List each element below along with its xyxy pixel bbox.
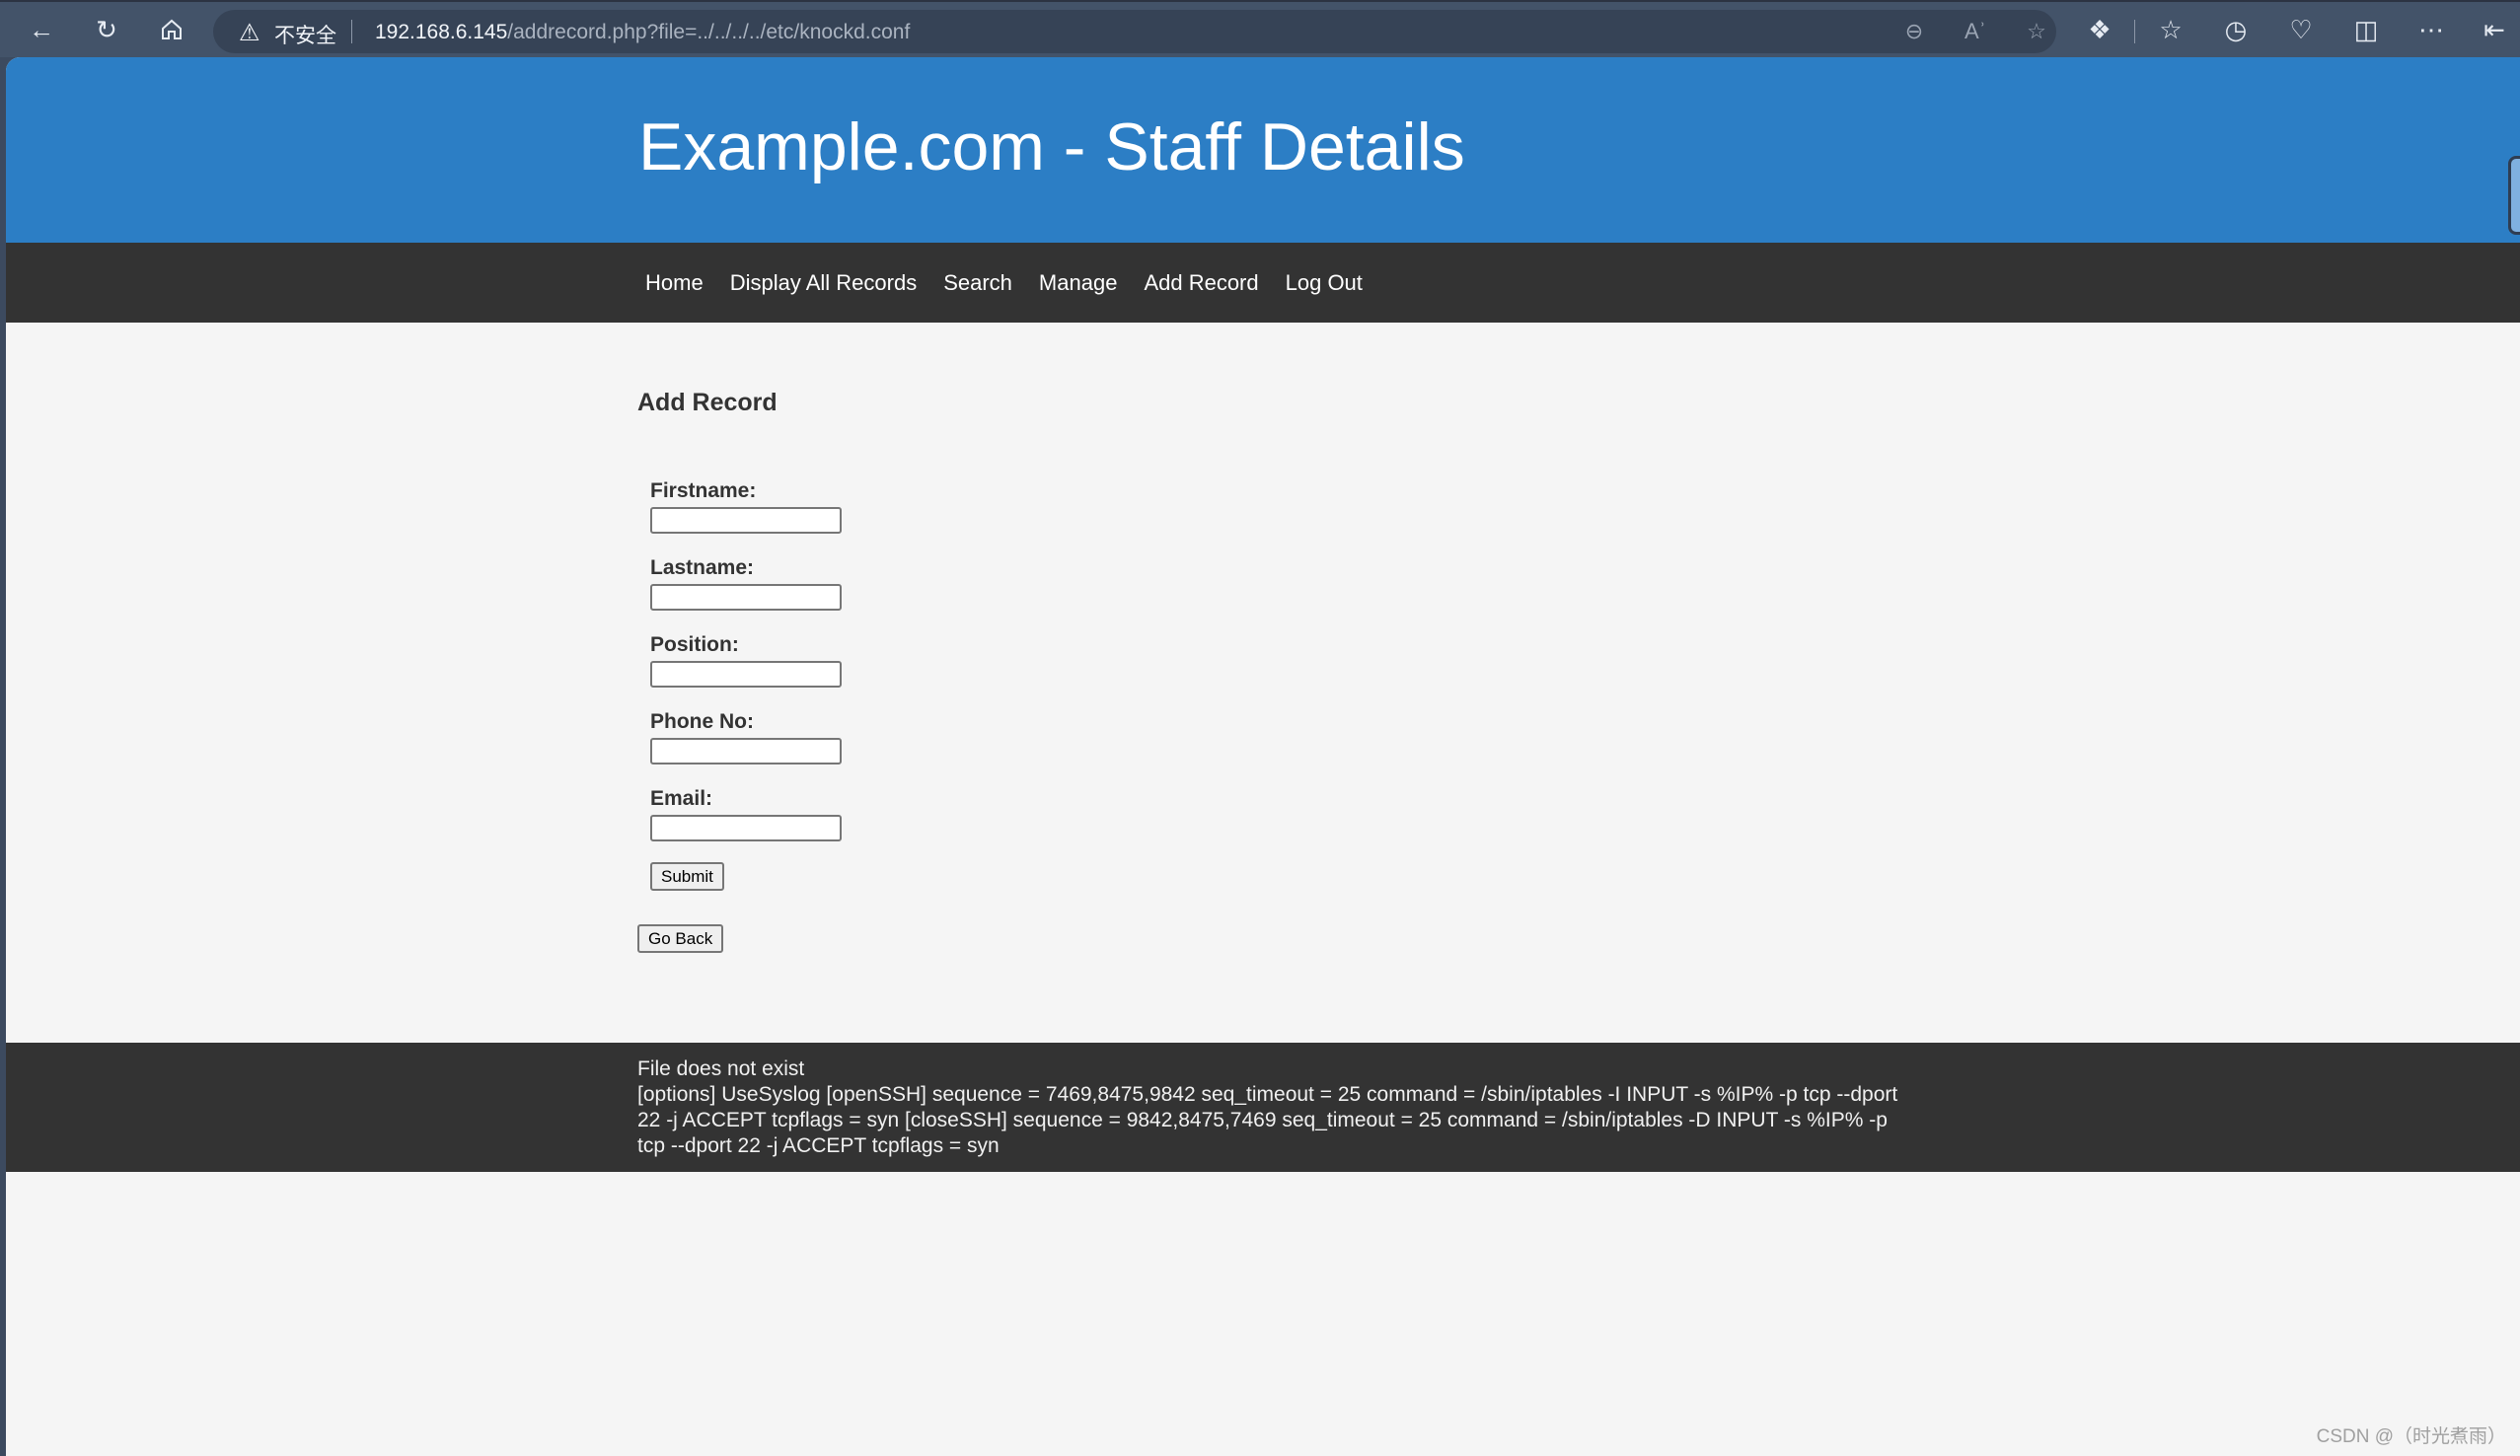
phone-label: Phone No: [650,710,754,733]
toolbar-divider [2134,20,2135,43]
position-label: Position: [650,633,739,656]
browser-essentials-icon[interactable]: ♡ [2281,12,2321,47]
footer-file-content: [options] UseSyslog [openSSH] sequence =… [637,1083,1898,1157]
position-input[interactable] [650,661,842,688]
footer-text: File does not exist [options] UseSyslog … [637,1056,1900,1159]
lastname-input[interactable] [650,584,842,611]
email-group: Email: [650,787,842,841]
submit-button[interactable]: Submit [650,862,724,891]
lastname-group: Lastname: [650,556,842,611]
nav-add-record[interactable]: Add Record [1144,270,1258,295]
page-heading: Add Record [637,389,778,416]
nav-log-out[interactable]: Log Out [1286,270,1363,295]
sidebar-handle[interactable] [2508,156,2520,235]
more-icon[interactable]: ⋯ [2411,12,2451,47]
browser-toolbar: ← ↻ ⚠ 不安全 192.168.6.145/addrecord.php?fi… [0,0,2520,57]
phone-group: Phone No: [650,710,842,764]
site-footer: File does not exist [options] UseSyslog … [6,1043,2520,1172]
nav-search[interactable]: Search [943,270,1012,295]
refresh-icon[interactable]: ↻ [87,12,126,47]
page-viewport: Example.com - Staff Details Home Display… [6,57,2520,1456]
url-host: 192.168.6.145 [375,21,508,43]
url-path: /addrecord.php?file=../../../../etc/knoc… [507,21,911,43]
back-icon[interactable]: ← [22,12,61,47]
nav-manage[interactable]: Manage [1039,270,1118,295]
phone-input[interactable] [650,738,842,764]
history-icon[interactable]: ◷ [2216,12,2256,47]
zoom-out-icon[interactable]: ⊖ [1898,18,1930,45]
nav-home[interactable]: Home [645,270,704,295]
address-bar[interactable]: ⚠ 不安全 192.168.6.145/addrecord.php?file=.… [213,10,2056,53]
warning-icon: ⚠ [239,20,260,46]
address-divider [351,20,352,43]
go-back-button[interactable]: Go Back [637,924,724,953]
email-label: Email: [650,787,713,810]
firstname-group: Firstname: [650,479,842,534]
extensions-icon[interactable]: ❖ [2080,12,2119,47]
firstname-input[interactable] [650,507,842,534]
read-aloud-icon[interactable]: Aʾ [1960,18,1991,45]
add-record-form: Firstname: Lastname: Position: Phone No:… [650,479,842,864]
site-title: Example.com - Staff Details [638,109,1465,184]
site-header: Example.com - Staff Details [6,57,2520,243]
watermark: CSDN @（时光煮雨） [2316,1426,2506,1447]
collections-icon[interactable]: ◫ [2346,12,2386,47]
home-icon[interactable] [152,12,191,47]
main-nav: Home Display All Records Search Manage A… [6,243,2520,323]
firstname-label: Firstname: [650,479,757,502]
nav-display-all-records[interactable]: Display All Records [730,270,918,295]
sidebar-icon[interactable]: ⇤ [2475,12,2514,47]
security-label[interactable]: 不安全 [274,20,336,49]
position-group: Position: [650,633,842,688]
email-input[interactable] [650,815,842,841]
nav-list: Home Display All Records Search Manage A… [645,243,1389,323]
lastname-label: Lastname: [650,556,755,579]
favorites-icon[interactable]: ☆ [2151,12,2190,47]
footer-status: File does not exist [637,1057,805,1080]
url-text[interactable]: 192.168.6.145/addrecord.php?file=../../.… [375,21,910,44]
favorite-star-icon[interactable]: ☆ [2021,18,2052,45]
